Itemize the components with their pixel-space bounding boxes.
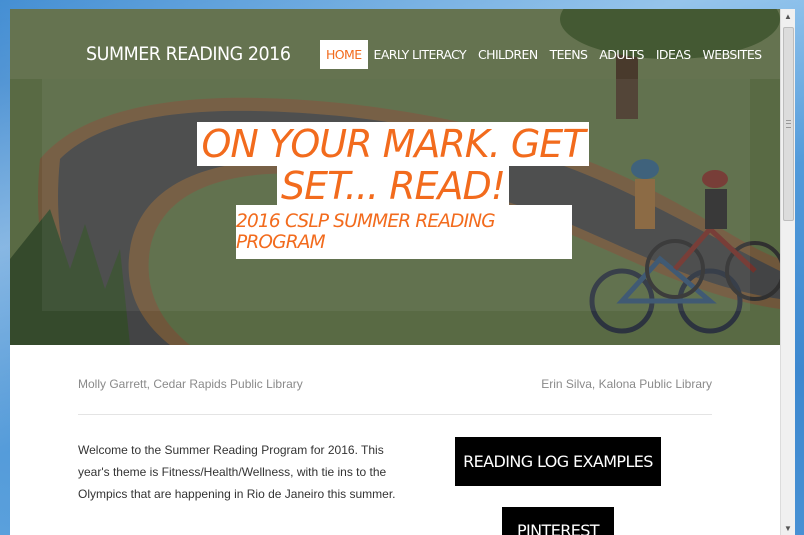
intro-paragraph: Welcome to the Summer Reading Program fo… <box>78 443 396 501</box>
hero-banner: SUMMER READING 2016 HOME EARLY LITERACY … <box>10 9 780 345</box>
nav-item-teens[interactable]: TEENS <box>544 40 594 69</box>
hero-headline-text: ON YOUR MARK. GET SET... READ! <box>197 122 589 208</box>
scroll-up-icon[interactable]: ▲ <box>781 9 795 23</box>
site-title[interactable]: SUMMER READING 2016 <box>86 43 291 65</box>
nav-item-adults[interactable]: ADULTS <box>593 40 650 69</box>
reading-log-examples-button[interactable]: READING LOG EXAMPLES <box>455 437 661 486</box>
hero-headline: ON YOUR MARK. GET SET... READ! <box>186 122 600 208</box>
nav-item-websites[interactable]: WEBSITES <box>697 40 768 69</box>
scroll-down-icon[interactable]: ▼ <box>781 521 795 535</box>
credit-left: Molly Garrett, Cedar Rapids Public Libra… <box>78 377 303 391</box>
grip-icon <box>786 120 791 128</box>
divider <box>78 414 712 415</box>
browser-page: SUMMER READING 2016 HOME EARLY LITERACY … <box>10 9 780 535</box>
vertical-scrollbar[interactable]: ▲ ▼ <box>780 9 795 535</box>
nav-item-children[interactable]: CHILDREN <box>472 40 544 69</box>
main-nav: HOME EARLY LITERACY CHILDREN TEENS ADULT… <box>320 40 767 69</box>
credit-right: Erin Silva, Kalona Public Library <box>541 377 712 391</box>
nav-item-ideas[interactable]: IDEAS <box>650 40 697 69</box>
credits-row: Molly Garrett, Cedar Rapids Public Libra… <box>78 377 712 391</box>
pinterest-button[interactable]: PINTEREST <box>502 507 614 535</box>
nav-item-home[interactable]: HOME <box>320 40 368 69</box>
hero-subheadline: 2016 CSLP SUMMER READING PROGRAM <box>236 205 572 259</box>
scroll-thumb[interactable] <box>783 27 794 221</box>
nav-item-early-literacy[interactable]: EARLY LITERACY <box>368 40 473 69</box>
